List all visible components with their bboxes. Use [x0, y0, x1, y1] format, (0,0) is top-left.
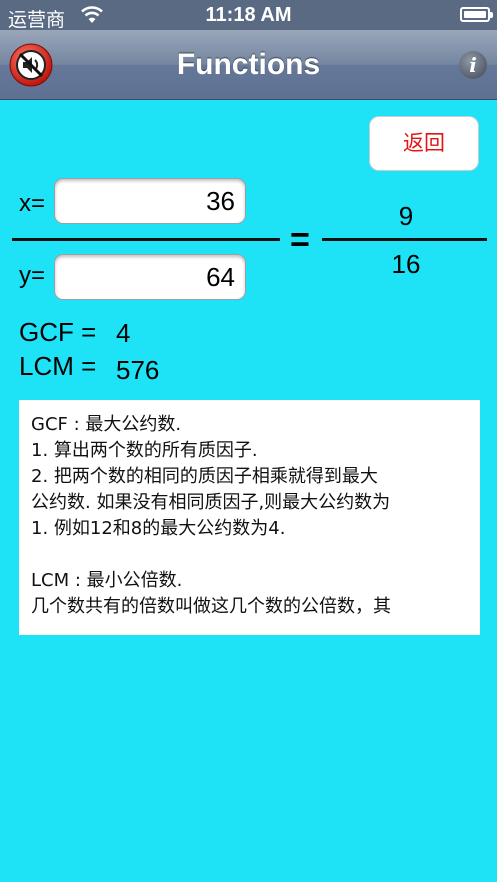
info-line: 几个数共有的倍数叫做这几个数的公倍数，其 [31, 596, 391, 617]
lcm-value: 576 [116, 355, 160, 385]
info-line [31, 542, 466, 568]
info-line: 1. 例如12和8的最大公约数为4. [31, 518, 286, 539]
status-time: 11:18 AM [205, 4, 292, 26]
info-line: GCF : 最大公约数. [31, 414, 182, 435]
status-bar: 运营商 11:18 AM [0, 0, 497, 31]
equals-sign: = [290, 221, 310, 259]
input-fraction-line [12, 238, 280, 241]
x-input[interactable]: 36 [54, 178, 246, 224]
info-line: 1. 算出两个数的所有质因子. [31, 440, 258, 461]
battery-icon [460, 7, 493, 22]
result-fraction-line [322, 238, 487, 241]
back-button[interactable]: 返回 [369, 116, 479, 171]
info-line: 2. 把两个数的相同的质因子相乘就得到最大 [31, 466, 378, 487]
info-line: LCM : 最小公倍数. [31, 570, 183, 591]
info-text-view[interactable]: GCF : 最大公约数. 1. 算出两个数的所有质因子. 2. 把两个数的相同的… [19, 400, 480, 635]
fraction-denominator: 16 [391, 249, 421, 279]
info-line: 公约数. 如果没有相同质因子,则最大公约数为 [31, 492, 391, 513]
info-icon[interactable]: i [459, 51, 487, 79]
y-label: y= [19, 262, 46, 289]
fraction-numerator: 9 [398, 201, 414, 231]
y-input[interactable]: 64 [54, 254, 246, 300]
gcf-value: 4 [116, 318, 131, 348]
page-title: Functions [176, 48, 321, 81]
x-label: x= [19, 190, 46, 217]
navigation-bar: Functions i [0, 30, 497, 100]
lcm-label: LCM = [19, 351, 97, 381]
gcf-label: GCF = [19, 317, 97, 347]
